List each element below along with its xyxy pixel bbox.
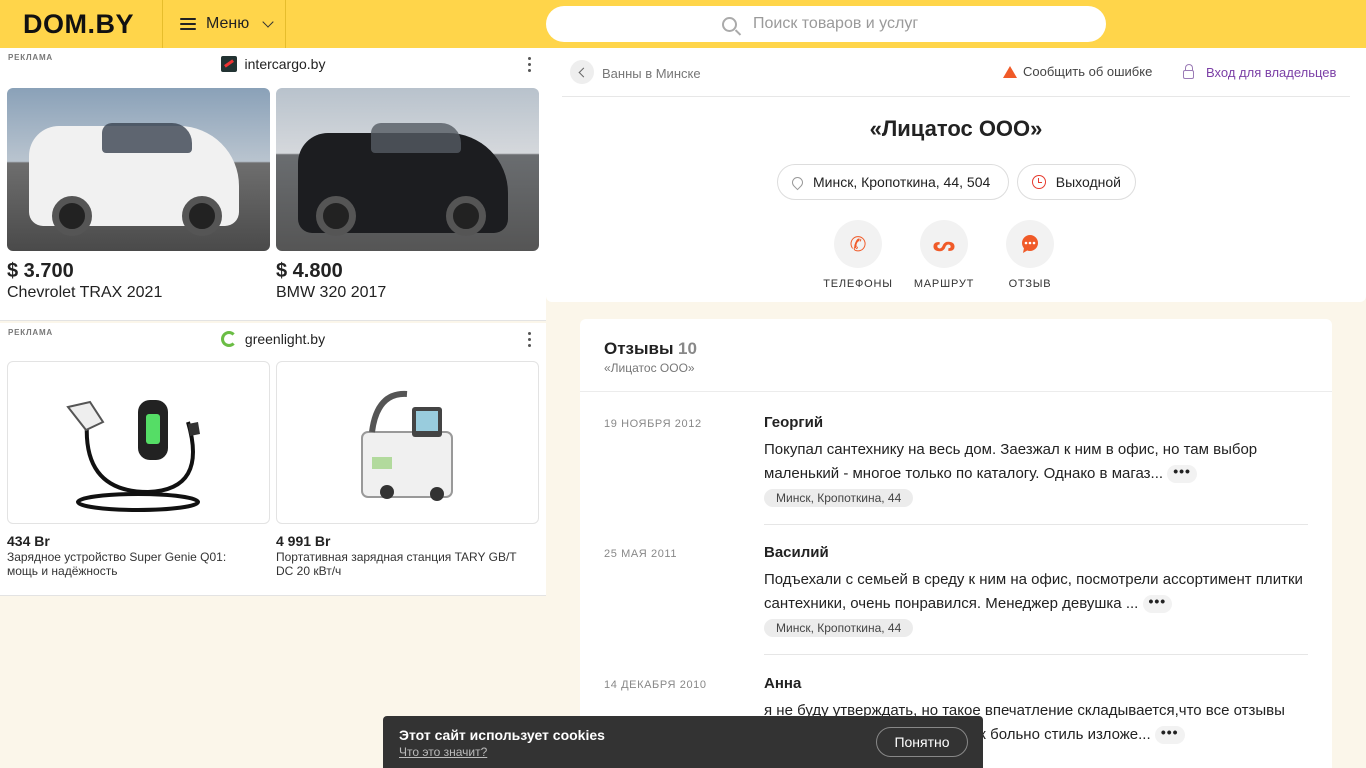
review-author: Георгий (764, 414, 824, 431)
ad-block-intercargo: РЕКЛАМА intercargo.by $ 3.700 Chevrolet … (0, 48, 546, 321)
ad-brand-name: greenlight.by (244, 331, 326, 347)
ad-brand-name: intercargo.by (244, 56, 326, 72)
cookie-banner: Этот сайт использует cookies Что это зна… (383, 716, 983, 768)
hamburger-icon (180, 18, 196, 30)
expand-review-button[interactable]: ••• (1167, 464, 1197, 484)
ad-price: 434 Br (7, 533, 50, 549)
review-date: 25 МАЯ 2011 (604, 548, 678, 560)
company-card: Ванны в Минске Сообщить об ошибке Вход д… (546, 48, 1366, 302)
review-address-tag: Минск, Кропоткина, 44 (764, 489, 914, 507)
search-icon (722, 16, 737, 32)
owner-login-link[interactable]: Вход для владельцев (1183, 64, 1337, 80)
intercargo-logo-icon (220, 56, 237, 72)
greenlight-logo-icon (220, 331, 237, 347)
route-icon: ᔕ (920, 220, 968, 268)
search-input[interactable] (753, 15, 1053, 33)
ad-title[interactable]: Зарядное устройство Super Genie Q01: мощ… (7, 550, 257, 578)
route-button[interactable]: ᔕ МАРШРУТ (904, 220, 984, 290)
ad-price: $ 3.700 (7, 260, 74, 282)
cookie-accept-button[interactable]: Понятно (876, 727, 968, 757)
chevron-down-icon (262, 15, 274, 28)
back-button[interactable] (570, 60, 594, 84)
ad-title[interactable]: Chevrolet TRAX 2021 (7, 284, 162, 302)
review-text: Подъехали с семьей в среду к ним на офис… (764, 571, 1303, 614)
address-chip[interactable]: Минск, Кропоткина, 44, 504 (777, 164, 1009, 200)
divider (764, 654, 1308, 655)
chevron-left-icon (578, 67, 589, 77)
divider (764, 524, 1308, 525)
car-image (276, 88, 539, 251)
car-image (7, 88, 270, 251)
phone-icon: ✆ (834, 220, 882, 268)
location-pin-icon (789, 174, 806, 190)
divider (580, 391, 1332, 392)
hours-chip[interactable]: Выходной (1017, 164, 1136, 200)
ad-card[interactable] (276, 88, 539, 251)
top-bar: DOM.BY Меню (0, 0, 1366, 48)
route-label: МАРШРУТ (913, 278, 975, 290)
expand-review-button[interactable]: ••• (1154, 725, 1185, 745)
warning-icon (1003, 65, 1017, 78)
report-error-link[interactable]: Сообщить об ошибке (1003, 64, 1152, 79)
charger-image (7, 361, 270, 524)
phones-label: ТЕЛЕФОНЫ (823, 278, 893, 290)
ad-brand[interactable]: greenlight.by (0, 331, 546, 347)
menu-button[interactable]: Меню (162, 0, 286, 48)
review-button[interactable]: ОТЗЫВ (990, 220, 1070, 290)
ad-block-greenlight: РЕКЛАМА greenlight.by 434 Br Зарядное ус… (0, 323, 546, 596)
owner-login-label: Вход для владельцев (1206, 65, 1337, 80)
ad-price: $ 4.800 (276, 260, 343, 282)
address-label: Минск, Кропоткина, 44, 504 (813, 174, 991, 190)
menu-label: Меню (206, 15, 250, 32)
expand-review-button[interactable]: ••• (1142, 594, 1173, 614)
ad-card[interactable] (276, 361, 539, 524)
report-label: Сообщить об ошибке (1023, 64, 1153, 79)
cookie-title: Этот сайт использует cookies (399, 727, 605, 743)
more-options-icon[interactable] (528, 332, 532, 347)
reviews-subtitle: «Лицатос ООО» (604, 361, 695, 375)
review-label: ОТЗЫВ (1008, 278, 1052, 290)
ad-price: 4 991 Br (276, 533, 331, 549)
ad-title[interactable]: BMW 320 2017 (276, 284, 386, 302)
lock-icon (1183, 64, 1194, 79)
search-bar[interactable] (546, 6, 1106, 42)
review-author: Анна (764, 675, 802, 692)
clock-icon (1032, 175, 1046, 189)
cookie-info-link[interactable]: Что это значит? (399, 745, 487, 759)
page-title: «Лицатос ООО» (869, 116, 1043, 141)
ad-title[interactable]: Портативная зарядная станция TARY GB/T D… (276, 550, 526, 578)
ad-card[interactable] (7, 361, 270, 524)
site-logo[interactable]: DOM.BY (23, 9, 134, 40)
reviews-panel: Отзывы 10 «Лицатос ООО» 19 НОЯБРЯ 2012 Г… (580, 319, 1332, 768)
reviews-title: Отзывы (604, 339, 674, 358)
charging-station-image (276, 361, 539, 524)
ad-card[interactable] (7, 88, 270, 251)
review-date: 14 ДЕКАБРЯ 2010 (604, 679, 707, 691)
phones-button[interactable]: ✆ ТЕЛЕФОНЫ (818, 220, 898, 290)
review-text: Покупал сантехнику на весь дом. Заезжал … (764, 441, 1258, 484)
reviews-count: 10 (678, 339, 697, 358)
chat-bubble-icon (1006, 220, 1054, 268)
more-options-icon[interactable] (528, 57, 532, 72)
breadcrumb[interactable]: Ванны в Минске (602, 66, 701, 81)
review-date: 19 НОЯБРЯ 2012 (604, 418, 702, 430)
hours-label: Выходной (1055, 174, 1121, 190)
divider (562, 96, 1350, 97)
review-author: Василий (764, 544, 829, 561)
review-address-tag: Минск, Кропоткина, 44 (764, 619, 914, 637)
ad-brand[interactable]: intercargo.by (0, 56, 546, 72)
